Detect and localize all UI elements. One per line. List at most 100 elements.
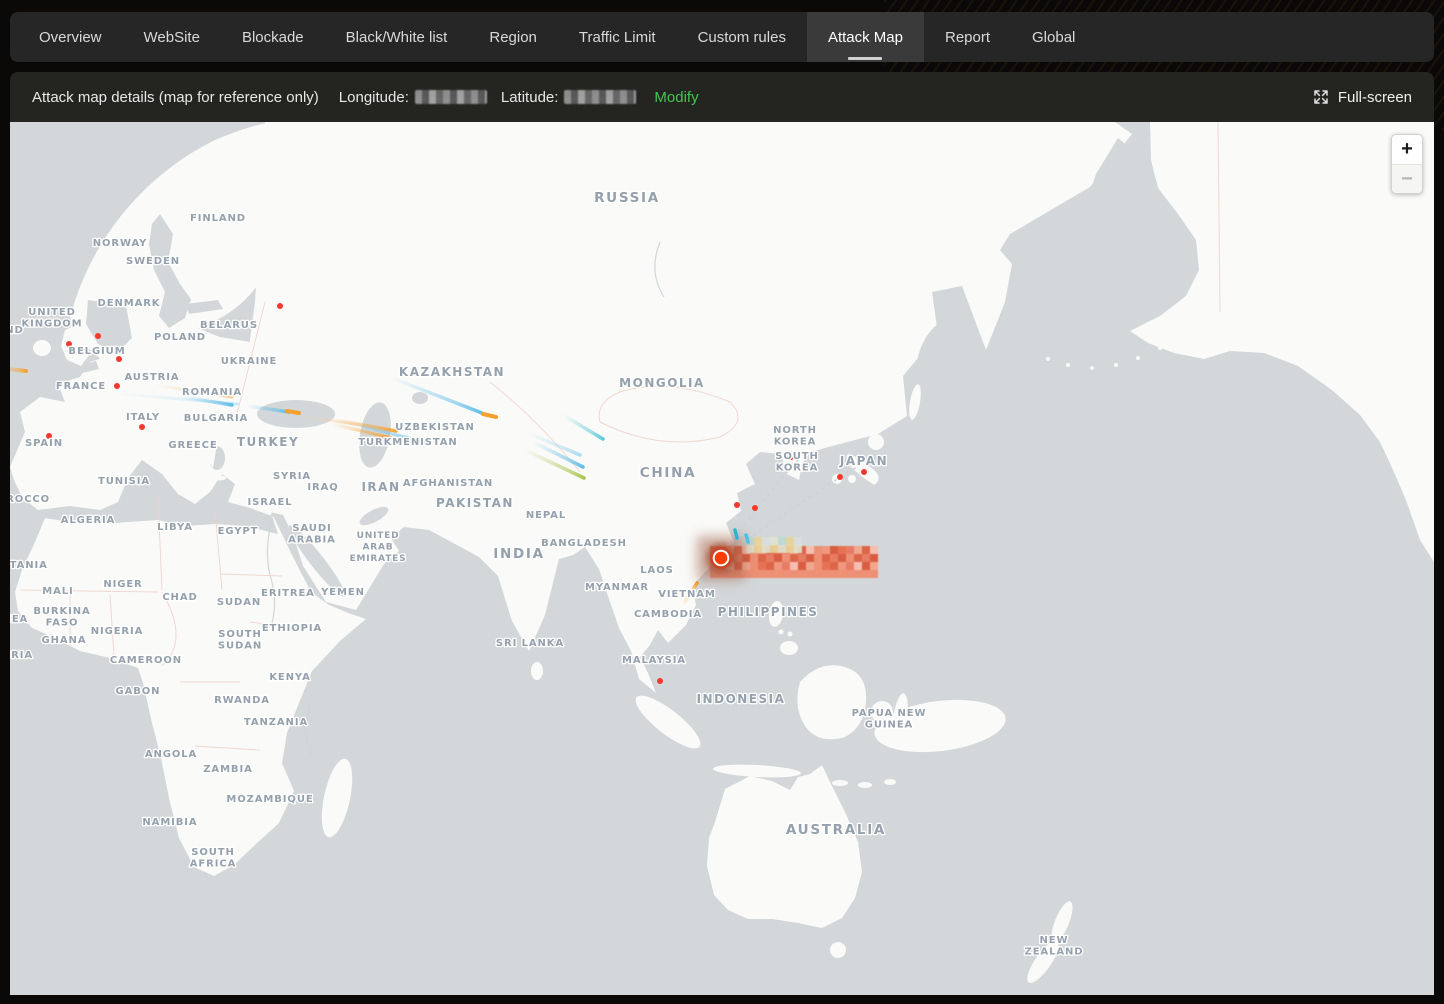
svg-text:GHANA: GHANA xyxy=(42,635,87,646)
svg-text:SOUTHAFRICA: SOUTHAFRICA xyxy=(190,847,236,870)
svg-text:IRAQ: IRAQ xyxy=(307,482,338,493)
svg-text:MAURITANIA: MAURITANIA xyxy=(10,560,48,571)
svg-text:PAKISTAN: PAKISTAN xyxy=(436,496,514,510)
zoom-control: + − xyxy=(1391,134,1423,194)
svg-text:AUSTRIA: AUSTRIA xyxy=(124,372,179,383)
svg-text:TUNISIA: TUNISIA xyxy=(98,476,150,487)
svg-text:MOROCCO: MOROCCO xyxy=(10,494,50,505)
longitude-value-redacted xyxy=(415,90,487,104)
svg-text:MOZAMBIQUE: MOZAMBIQUE xyxy=(226,794,313,805)
svg-text:IRELAND: IRELAND xyxy=(10,325,24,336)
tab-blockade[interactable]: Blockade xyxy=(221,12,325,62)
svg-text:CAMBODIA: CAMBODIA xyxy=(634,609,702,620)
svg-text:ALGERIA: ALGERIA xyxy=(61,515,116,526)
svg-text:BELGIUM: BELGIUM xyxy=(68,346,125,357)
tab-black-white-list[interactable]: Black/White list xyxy=(325,12,469,62)
svg-text:AUSTRALIA: AUSTRALIA xyxy=(786,822,886,838)
tab-global[interactable]: Global xyxy=(1011,12,1096,62)
svg-text:SWEDEN: SWEDEN xyxy=(126,256,180,267)
zoom-out-button[interactable]: − xyxy=(1392,164,1422,193)
svg-text:POLAND: POLAND xyxy=(154,332,206,343)
svg-text:BELARUS: BELARUS xyxy=(200,320,258,331)
svg-text:NAMIBIA: NAMIBIA xyxy=(142,817,197,828)
svg-text:ISRAEL: ISRAEL xyxy=(248,497,293,508)
svg-text:BANGLADESH: BANGLADESH xyxy=(541,538,627,549)
svg-text:GUINEA: GUINEA xyxy=(10,614,28,625)
svg-text:KENYA: KENYA xyxy=(269,672,310,683)
tab-report[interactable]: Report xyxy=(924,12,1011,62)
attack-target-marker xyxy=(697,536,745,580)
svg-text:TURKEY: TURKEY xyxy=(237,435,299,449)
svg-text:TANZANIA: TANZANIA xyxy=(244,717,308,728)
svg-text:NIGERIA: NIGERIA xyxy=(91,626,144,637)
svg-text:MYANMAR: MYANMAR xyxy=(585,582,649,593)
svg-text:SAUDIARABIA: SAUDIARABIA xyxy=(288,523,336,546)
zoom-in-button[interactable]: + xyxy=(1392,135,1422,164)
svg-text:MONGOLIA: MONGOLIA xyxy=(619,376,705,390)
svg-text:MALAYSIA: MALAYSIA xyxy=(622,655,686,666)
svg-text:NIGER: NIGER xyxy=(103,579,142,590)
svg-text:VIETNAM: VIETNAM xyxy=(658,589,715,600)
svg-text:FINLAND: FINLAND xyxy=(190,213,246,224)
svg-text:ANGOLA: ANGOLA xyxy=(145,749,197,760)
svg-text:GABON: GABON xyxy=(116,686,161,697)
svg-text:SUDAN: SUDAN xyxy=(217,597,261,608)
svg-text:TURKMENISTAN: TURKMENISTAN xyxy=(358,437,457,448)
svg-text:SOUTHKOREA: SOUTHKOREA xyxy=(775,451,819,474)
svg-text:ETHIOPIA: ETHIOPIA xyxy=(262,623,322,634)
svg-text:ROMANIA: ROMANIA xyxy=(182,387,242,398)
svg-text:NORWAY: NORWAY xyxy=(93,238,148,249)
svg-text:UKRAINE: UKRAINE xyxy=(221,356,278,367)
attack-map[interactable]: RUSSIA FINLAND NORWAY SWEDEN DENMARK UNITEDKI… xyxy=(10,122,1434,995)
svg-text:ITALY: ITALY xyxy=(126,412,160,423)
svg-text:JAPAN: JAPAN xyxy=(839,454,888,468)
svg-text:NORTHKOREA: NORTHKOREA xyxy=(773,425,817,448)
svg-text:RUSSIA: RUSSIA xyxy=(594,190,660,206)
fullscreen-button[interactable]: Full-screen xyxy=(1313,89,1412,106)
svg-text:ZAMBIA: ZAMBIA xyxy=(203,764,252,775)
map-toolbar: Attack map details (map for reference on… xyxy=(10,72,1434,122)
svg-text:MALI: MALI xyxy=(42,586,73,597)
tab-website[interactable]: WebSite xyxy=(123,12,221,62)
svg-text:NEPAL: NEPAL xyxy=(526,510,566,521)
svg-text:SOUTHSUDAN: SOUTHSUDAN xyxy=(218,629,262,652)
svg-text:ERITREA: ERITREA xyxy=(261,588,315,599)
svg-text:CHINA: CHINA xyxy=(640,465,696,481)
svg-text:BULGARIA: BULGARIA xyxy=(184,413,248,424)
page-title: Attack map details (map for reference on… xyxy=(32,89,319,106)
svg-text:CAMEROON: CAMEROON xyxy=(110,655,182,666)
latitude-label: Latitude: xyxy=(501,89,559,106)
svg-text:INDIA: INDIA xyxy=(493,546,545,562)
svg-text:LIBERIA: LIBERIA xyxy=(10,650,33,661)
svg-text:GREECE: GREECE xyxy=(168,440,217,451)
fullscreen-icon xyxy=(1313,89,1329,105)
svg-text:CHAD: CHAD xyxy=(162,592,197,603)
longitude-label: Longitude: xyxy=(339,89,409,106)
svg-text:LIBYA: LIBYA xyxy=(157,522,193,533)
svg-text:UZBEKISTAN: UZBEKISTAN xyxy=(395,422,475,433)
svg-text:INDONESIA: INDONESIA xyxy=(697,692,786,706)
svg-text:SRI LANKA: SRI LANKA xyxy=(496,638,564,649)
svg-text:FRANCE: FRANCE xyxy=(56,381,106,392)
svg-text:DENMARK: DENMARK xyxy=(98,298,161,309)
tab-traffic-limit[interactable]: Traffic Limit xyxy=(558,12,677,62)
top-nav: OverviewWebSiteBlockadeBlack/White listR… xyxy=(10,12,1434,62)
svg-text:SYRIA: SYRIA xyxy=(273,471,311,482)
svg-text:EGYPT: EGYPT xyxy=(218,526,259,537)
tab-region[interactable]: Region xyxy=(468,12,558,62)
svg-text:LAOS: LAOS xyxy=(640,565,673,576)
svg-text:IRAN: IRAN xyxy=(361,480,400,494)
svg-text:PHILIPPINES: PHILIPPINES xyxy=(718,605,819,619)
tab-attack-map[interactable]: Attack Map xyxy=(807,12,924,62)
modify-link[interactable]: Modify xyxy=(654,89,698,106)
svg-text:YEMEN: YEMEN xyxy=(320,587,365,598)
svg-text:KAZAKHSTAN: KAZAKHSTAN xyxy=(399,365,505,379)
svg-text:RWANDA: RWANDA xyxy=(214,695,270,706)
latitude-value-redacted xyxy=(564,90,636,104)
tab-custom-rules[interactable]: Custom rules xyxy=(677,12,807,62)
fullscreen-label: Full-screen xyxy=(1338,89,1412,106)
svg-text:SPAIN: SPAIN xyxy=(25,438,63,449)
svg-text:AFGHANISTAN: AFGHANISTAN xyxy=(403,478,493,489)
svg-text:UNITEDKINGDOM: UNITEDKINGDOM xyxy=(21,307,82,330)
tab-overview[interactable]: Overview xyxy=(18,12,123,62)
